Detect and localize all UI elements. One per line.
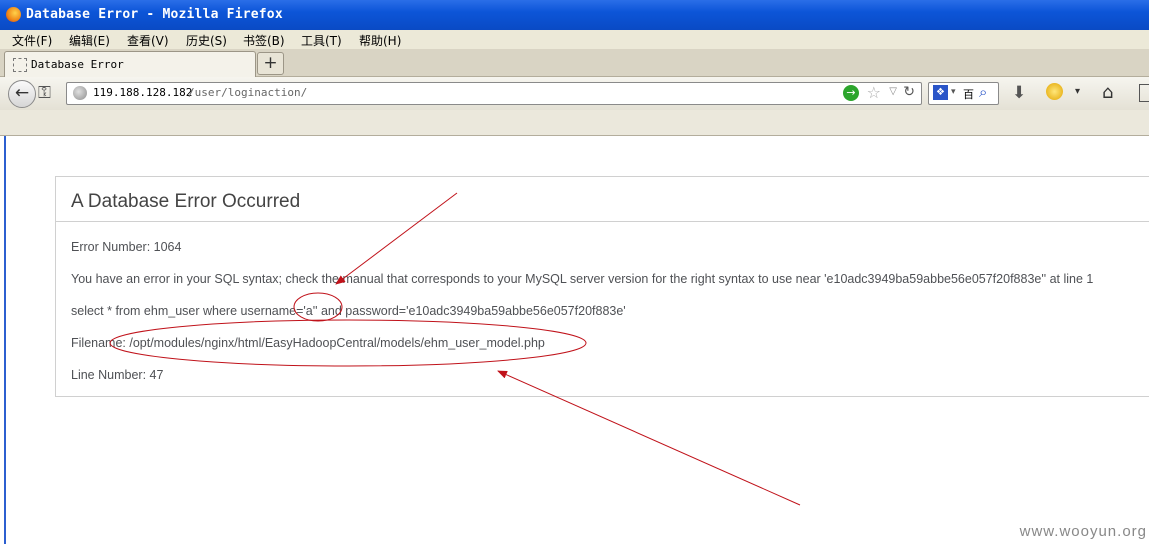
download-icon[interactable]: ⬇ — [1012, 83, 1026, 103]
error-number: Error Number: 1064 — [71, 240, 182, 254]
watermark: www.wooyun.org — [1019, 523, 1147, 540]
globe-icon[interactable] — [73, 86, 87, 100]
menu-bookmarks[interactable]: 书签(B) — [243, 32, 285, 49]
home-icon[interactable]: ⌂ — [1102, 82, 1113, 103]
search-engine-label[interactable]: 百 — [963, 86, 974, 102]
back-button[interactable]: ← — [8, 80, 36, 108]
search-engine-icon[interactable]: ❖ — [933, 85, 948, 100]
menu-tools[interactable]: 工具(T) — [301, 32, 342, 49]
url-bar[interactable]: 119.188.128.182 /user/loginaction/ → ☆ ▽… — [66, 82, 922, 105]
overflow-icon[interactable] — [1139, 84, 1149, 102]
firefox-icon — [6, 7, 21, 22]
menu-edit[interactable]: 编辑(E) — [69, 32, 110, 49]
search-box[interactable]: ❖ ▾ 百 ⌕ — [928, 82, 999, 105]
url-host[interactable]: 119.188.128.182 — [93, 86, 192, 99]
bookmarks-bar — [0, 110, 1149, 136]
addon-icon[interactable] — [1046, 83, 1063, 100]
key-icon[interactable]: ⚿ — [38, 83, 51, 103]
search-engine-dropdown-icon[interactable]: ▾ — [951, 87, 956, 97]
addon-dropdown-icon[interactable]: ▾ — [1075, 86, 1080, 97]
new-tab-button[interactable]: + — [257, 52, 284, 75]
back-arrow-icon: ← — [14, 83, 30, 103]
tab-label: Database Error — [31, 58, 124, 71]
error-filename: Filename: /opt/modules/nginx/html/EasyHa… — [71, 336, 545, 350]
error-box: A Database Error Occurred Error Number: … — [55, 176, 1149, 397]
menu-history[interactable]: 历史(S) — [186, 32, 227, 49]
dropdown-icon[interactable]: ▽ — [889, 86, 897, 97]
magnifier-icon[interactable]: ⌕ — [979, 83, 987, 101]
menu-bar: 文件(F) 编辑(E) 查看(V) 历史(S) 书签(B) 工具(T) 帮助(H… — [0, 30, 1149, 49]
divider — [56, 221, 1149, 222]
page-content: A Database Error Occurred Error Number: … — [4, 136, 1149, 544]
url-path[interactable]: /user/loginaction/ — [188, 86, 307, 99]
menu-view[interactable]: 查看(V) — [127, 32, 169, 49]
error-query: select * from ehm_user where username='a… — [71, 304, 626, 318]
navigation-bar: ← ⚿ 119.188.128.182 /user/loginaction/ →… — [0, 77, 1149, 110]
reload-icon[interactable]: ↻ — [903, 84, 915, 100]
error-line-number: Line Number: 47 — [71, 368, 164, 382]
window-title: Database Error - Mozilla Firefox — [26, 7, 283, 22]
tab-bar: Database Error + — [0, 49, 1149, 77]
window-title-bar: Database Error - Mozilla Firefox — [0, 0, 1149, 30]
blank-page-icon — [13, 58, 27, 72]
menu-file[interactable]: 文件(F) — [12, 32, 52, 49]
star-icon[interactable]: ☆ — [867, 83, 881, 102]
error-message: You have an error in your SQL syntax; ch… — [71, 272, 1094, 286]
menu-help[interactable]: 帮助(H) — [359, 32, 401, 49]
go-arrow-icon[interactable]: → — [843, 85, 859, 101]
error-heading: A Database Error Occurred — [71, 191, 301, 212]
tab-database-error[interactable]: Database Error — [4, 51, 256, 77]
